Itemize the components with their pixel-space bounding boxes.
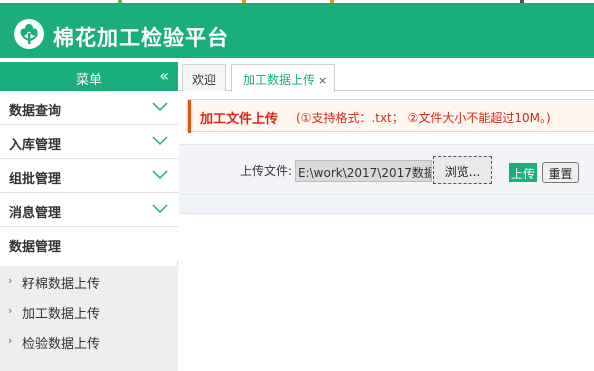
close-tab-icon[interactable]: × [318, 74, 327, 87]
menu-title: 菜单 [75, 73, 102, 88]
reset-button[interactable]: 重置 [542, 162, 579, 183]
sidebar-item-batch[interactable]: 组批管理 [0, 159, 178, 193]
sidebar-item-label: 入库管理 [9, 138, 62, 153]
main-content: 欢迎 加工数据上传 × 加工文件上传 (①支持格式：.txt； ②文件大小不能超过… [179, 62, 594, 371]
upload-notice: 加工文件上传 (①支持格式：.txt； ②文件大小不能超过10M。) [187, 99, 594, 133]
sidebar-item-data-management[interactable]: 数据管理 [0, 227, 178, 261]
cotton-flower-icon [14, 19, 44, 49]
browse-button[interactable]: 浏览... [433, 156, 492, 184]
sidebar-subitem-filler [0, 357, 178, 371]
sidebar-item-label: 消息管理 [9, 206, 62, 221]
chevron-down-icon [152, 102, 168, 112]
tab-label: 加工数据上传 [243, 73, 316, 87]
notice-title: 加工文件上传 [200, 112, 279, 127]
sidebar-item-label: 组批管理 [9, 172, 62, 187]
tab-label: 欢迎 [191, 73, 216, 87]
app-header: 棉花加工检验平台 [0, 3, 594, 58]
file-path-field[interactable]: E:\work\2017\2017数据 [295, 160, 432, 182]
sidebar-subitem-label: 检验数据上传 [22, 337, 101, 352]
result-header-band [179, 196, 594, 214]
chevron-right-icon: › [8, 334, 13, 347]
menu-header: 菜单 « [0, 62, 178, 91]
chevron-down-icon [152, 204, 168, 214]
sidebar: 菜单 « 数据查询 入库管理 组批管理 消息管理 数据管理 › 籽棉数据上传 ›… [0, 62, 178, 371]
sidebar-subitem-processing-upload[interactable]: › 加工数据上传 [0, 296, 178, 327]
sidebar-subitem-label: 籽棉数据上传 [22, 277, 101, 292]
tab-processing-upload[interactable]: 加工数据上传 × [231, 64, 335, 92]
sidebar-item-label: 数据查询 [9, 104, 62, 119]
upload-file-label: 上传文件: [240, 164, 293, 178]
tab-welcome[interactable]: 欢迎 [182, 64, 226, 91]
sidebar-subitem-inspection-upload[interactable]: › 检验数据上传 [0, 326, 178, 357]
sidebar-item-inbound[interactable]: 入库管理 [0, 125, 178, 159]
sidebar-subitem-label: 加工数据上传 [22, 307, 101, 322]
tab-bar: 欢迎 加工数据上传 × [179, 62, 594, 92]
upload-form: 上传文件: E:\work\2017\2017数据 浏览... 上传 重置 [179, 144, 594, 195]
notice-accent [188, 100, 191, 133]
upload-button[interactable]: 上传 [509, 163, 537, 182]
sidebar-subitem-seed-cotton-upload[interactable]: › 籽棉数据上传 [0, 266, 178, 297]
sidebar-item-label: 数据管理 [9, 240, 62, 255]
chevron-right-icon: › [8, 304, 13, 317]
sidebar-item-data-query[interactable]: 数据查询 [0, 91, 178, 125]
notice-hint: (①支持格式：.txt； ②文件大小不能超过10M。) [296, 111, 551, 125]
collapse-sidebar-icon[interactable]: « [159, 66, 169, 85]
app-title: 棉花加工检验平台 [53, 26, 229, 50]
chevron-right-icon: › [8, 274, 13, 287]
chevron-down-icon [152, 170, 168, 180]
sidebar-item-messages[interactable]: 消息管理 [0, 193, 178, 227]
chevron-down-icon [152, 136, 168, 146]
